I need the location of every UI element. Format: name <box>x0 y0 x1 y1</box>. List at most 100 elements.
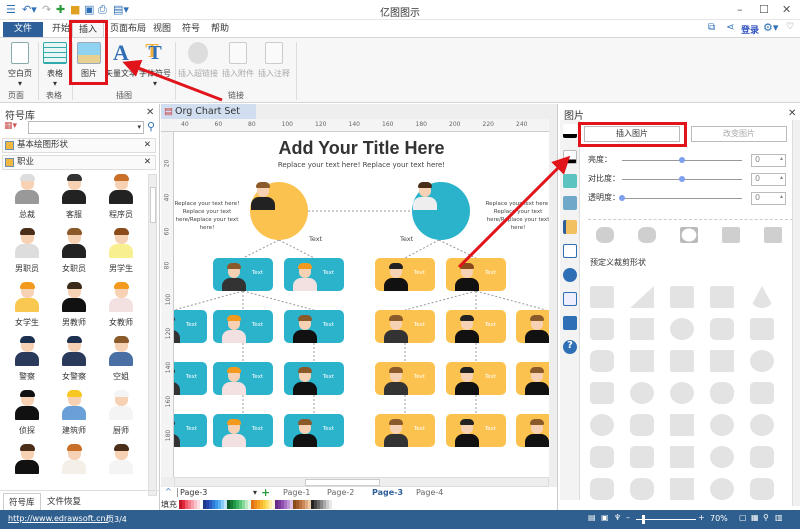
symbol-item[interactable]: 女警察 <box>51 336 97 382</box>
insert-hyperlink-button[interactable]: 插入超链接 <box>178 42 218 79</box>
vector-text-button[interactable]: A 矢量文本 <box>104 42 138 79</box>
org-card[interactable]: Text <box>516 414 549 447</box>
org-card[interactable]: Text <box>516 310 549 343</box>
top-node-female[interactable] <box>250 182 308 240</box>
picture-effect-icon[interactable] <box>764 227 782 243</box>
tab-file[interactable]: 文件 <box>3 22 43 37</box>
collapse-pages-icon[interactable]: ^ <box>165 487 172 496</box>
color-swatch[interactable] <box>329 500 332 509</box>
tab-file-recovery[interactable]: 文件恢复 <box>42 493 86 509</box>
website-link[interactable]: http://www.edrawsoft.cn/ <box>8 514 108 523</box>
tab-symbol[interactable]: 符号 <box>176 22 206 37</box>
crop-shape-option[interactable] <box>590 318 614 340</box>
org-card[interactable]: Text <box>375 258 435 291</box>
tab-view[interactable]: 视图 <box>147 22 177 37</box>
crop-shape-option[interactable] <box>750 382 774 404</box>
login-link[interactable]: 登录 <box>741 23 759 36</box>
picture-effect-icon[interactable] <box>722 227 740 243</box>
org-card[interactable]: Text <box>375 310 435 343</box>
collapse-ribbon-icon[interactable]: ♡ <box>786 22 794 32</box>
category-basic-shapes[interactable]: 基本绘图形状 ✕ <box>2 138 156 153</box>
crop-shape-option[interactable] <box>630 350 654 372</box>
slider-handle[interactable] <box>619 195 625 201</box>
slider-value-input[interactable]: 0 ▴ <box>751 192 786 205</box>
symbol-item[interactable]: 空姐 <box>98 336 144 382</box>
slider-handle[interactable] <box>679 157 685 163</box>
crop-shape-option[interactable] <box>590 478 614 500</box>
full-screen-icon[interactable]: ▥ <box>775 513 783 522</box>
crop-shape-option[interactable] <box>710 382 734 404</box>
symbol-item[interactable]: 男教师 <box>51 282 97 328</box>
org-card[interactable]: Text <box>213 258 273 291</box>
org-card[interactable]: Text <box>284 414 344 447</box>
org-card[interactable]: Text <box>213 414 273 447</box>
crop-shape-option[interactable] <box>670 382 694 404</box>
library-scrollbar[interactable] <box>148 174 157 496</box>
fit-width-icon[interactable]: ▦ <box>751 513 759 522</box>
zoom-slider[interactable] <box>636 515 696 524</box>
drawing-canvas[interactable]: Add Your Title Here Replace your text he… <box>174 132 549 477</box>
zoom-out-icon[interactable]: – <box>626 513 630 522</box>
symbol-item[interactable]: 客服 <box>51 174 97 220</box>
symbol-item[interactable]: 总裁 <box>4 174 50 220</box>
crop-shape-option[interactable] <box>590 382 614 404</box>
table-button[interactable]: 表格 ▾ <box>40 42 70 88</box>
slider-value-input[interactable]: 0 ▴ <box>751 154 786 167</box>
crop-shape-option[interactable] <box>630 286 654 308</box>
top-node-male[interactable] <box>412 182 470 240</box>
side-text-left[interactable]: Replace your text here! Replace your tex… <box>174 200 246 232</box>
symbol-item[interactable]: 程序员 <box>98 174 144 220</box>
crop-shape-option[interactable] <box>630 446 654 468</box>
close-category-icon[interactable]: ✕ <box>144 156 151 169</box>
crop-shape-option[interactable] <box>670 318 694 340</box>
crop-shape-option[interactable] <box>590 286 614 308</box>
crop-shape-option[interactable] <box>590 414 614 436</box>
org-card[interactable]: Text <box>174 362 207 395</box>
symbol-item[interactable]: 女职员 <box>51 228 97 274</box>
org-card[interactable]: Text <box>446 414 506 447</box>
org-card[interactable]: Text <box>516 362 549 395</box>
shadow-icon[interactable] <box>563 174 577 188</box>
font-symbol-button[interactable]: T 字体符号 ▾ <box>138 42 172 88</box>
crop-shape-option[interactable] <box>670 478 694 500</box>
org-card[interactable]: Text <box>213 362 273 395</box>
symbol-item[interactable]: 男学生 <box>98 228 144 274</box>
globe-icon[interactable] <box>563 268 577 282</box>
page-tab-1[interactable]: Page-1 <box>283 488 310 497</box>
crop-shape-option[interactable] <box>750 414 774 436</box>
crop-shape-option[interactable] <box>710 286 734 308</box>
edit-icon[interactable] <box>563 292 577 306</box>
crop-shape-option[interactable] <box>590 350 614 372</box>
symbol-item[interactable] <box>51 444 97 479</box>
tab-page-layout[interactable]: 页面布局 <box>104 22 152 37</box>
org-card[interactable]: Text <box>446 258 506 291</box>
maximize-button[interactable]: ☐ <box>759 3 769 16</box>
close-button[interactable]: ✕ <box>782 3 791 16</box>
library-search-input[interactable]: ▾ <box>28 121 144 134</box>
crop-shape-option[interactable] <box>710 350 734 372</box>
comment-icon[interactable] <box>563 316 577 330</box>
org-card[interactable]: Text <box>284 362 344 395</box>
color-swatches[interactable] <box>179 500 332 509</box>
symbol-item[interactable] <box>4 444 50 479</box>
symbol-item[interactable]: 女学生 <box>4 282 50 328</box>
zoom-search-icon[interactable]: ⚲ <box>763 513 769 522</box>
share-folder-icon[interactable]: ⧉ <box>708 22 715 33</box>
symbol-item[interactable]: 侦探 <box>4 390 50 436</box>
org-card[interactable]: Text <box>174 310 207 343</box>
node-text-right[interactable]: Text <box>400 235 413 243</box>
tab-help[interactable]: 帮助 <box>205 22 235 37</box>
page-tab-3[interactable]: Page-3 <box>372 488 403 497</box>
panel-scrollbar[interactable] <box>792 120 800 506</box>
line-icon[interactable] <box>563 150 577 164</box>
org-card[interactable]: Text <box>284 310 344 343</box>
search-icon[interactable]: ⚲ <box>147 120 155 133</box>
crop-shape-option[interactable] <box>710 478 734 500</box>
library-menu-icon[interactable]: ▦▾ <box>4 121 17 131</box>
picture-icon[interactable] <box>563 196 577 210</box>
add-page-icon[interactable]: + <box>261 486 270 499</box>
picture-effect-icon[interactable] <box>680 227 698 243</box>
layer-icon[interactable] <box>563 220 577 234</box>
close-panel-icon[interactable]: ✕ <box>788 108 796 119</box>
symbol-item[interactable]: 警察 <box>4 336 50 382</box>
